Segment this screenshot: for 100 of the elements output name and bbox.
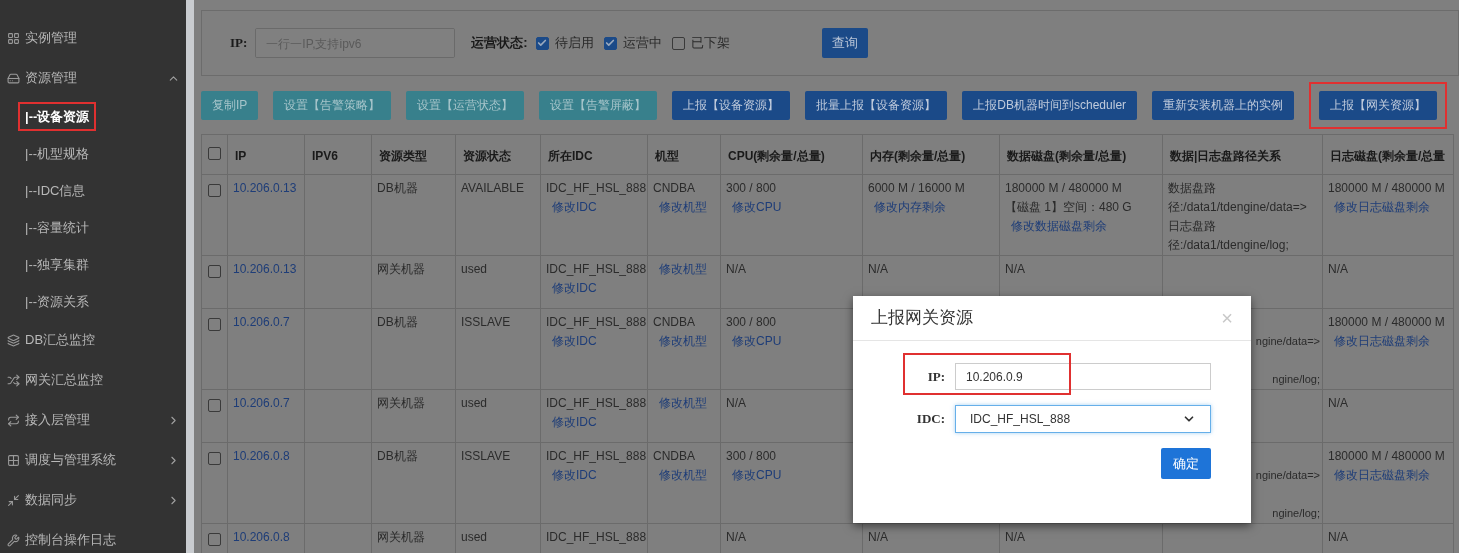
toolbar-button[interactable]: 上报DB机器时间到scheduler [962,90,1138,120]
column-header: 所在IDC [548,148,593,163]
table-link[interactable]: 修改IDC [552,200,597,214]
shuffle-icon [7,373,20,387]
sidebar-subitem[interactable]: |--独享集群 [18,249,97,280]
wrench-icon [7,533,20,547]
idc-label: IDC: [915,410,945,429]
toolbar-button[interactable]: 上报【设备资源】 [672,90,791,120]
table-link[interactable]: 修改日志磁盘剩余 [1334,468,1430,482]
table-cell-text: 网关机器 [377,262,425,276]
checkbox[interactable] [208,399,221,412]
table-cell-text: N/A [726,262,746,276]
toolbar-button[interactable]: 设置【告警策略】 [273,90,392,120]
table-link[interactable]: 修改日志磁盘剩余 [1334,334,1430,348]
query-button[interactable]: 查询 [821,28,868,58]
table-link[interactable]: 修改CPU [732,468,782,482]
sidebar-item[interactable]: 网关汇总监控 [0,360,186,400]
toolbar-button[interactable]: 设置【告警屏蔽】 [539,90,658,120]
table-cell-text: 180000 M / 480000 M [1005,181,1122,195]
table-link[interactable]: 修改数据磁盘剩余 [1011,219,1107,233]
table-link[interactable]: 修改CPU [732,334,782,348]
table-cell-text: 300 / 800 [726,315,777,329]
checkbox[interactable] [208,318,221,331]
check-icon [537,38,548,48]
sidebar-item[interactable]: 控制台操作日志 [0,520,186,553]
checkbox[interactable] [208,265,221,278]
table-cell-text: DB机器 [377,449,418,463]
table-link[interactable]: 修改IDC [552,468,597,482]
table-link[interactable]: 10.206.0.13 [233,181,297,195]
ip-label: IP: [926,367,945,386]
table-cell-text: 网关机器 [377,530,425,544]
table-cell-text: used [461,530,488,544]
table-cell-text: N/A [1005,530,1025,544]
checkbox[interactable] [208,533,221,546]
check-icon [605,38,616,48]
close-button[interactable]: × [1221,308,1233,328]
table-link[interactable]: 修改机型 [659,468,707,482]
confirm-button[interactable]: 确定 [1161,448,1211,479]
toolbar-button[interactable]: 重新安装机器上的实例 [1152,90,1295,120]
table-link[interactable]: 修改IDC [552,281,597,295]
checkbox[interactable] [603,36,617,50]
checkbox[interactable] [208,184,221,197]
toolbar-button[interactable]: 复制IP [201,90,259,120]
idc-select[interactable]: IDC_HF_HSL_888 [955,405,1211,433]
sidebar-subitem[interactable]: |--设备资源 [18,101,97,132]
table-cell-text: IDC_HF_HSL_888 [546,315,647,329]
status-label: 运营状态: [471,34,528,53]
table-link[interactable]: 修改内存剩余 [874,200,946,214]
table-cell-text: CNDBA [653,181,695,195]
table-link[interactable]: 10.206.0.8 [233,449,290,463]
sidebar-item[interactable]: 数据同步 [0,480,186,520]
table-link[interactable]: 10.206.0.7 [233,315,290,329]
checkbox[interactable] [671,36,685,50]
ip-input-field[interactable]: 10.206.0.9 [955,363,1211,390]
sidebar-subitem[interactable]: |--IDC信息 [18,175,93,206]
checkbox[interactable] [535,36,549,50]
table-link[interactable]: 修改CPU [732,200,782,214]
table-cell-text: ISSLAVE [461,315,511,329]
checkbox[interactable] [208,146,221,160]
toolbar-button[interactable]: 设置【运营状态】 [406,90,525,120]
grid-icon [7,31,20,45]
sidebar-item[interactable]: 调度与管理系统 [0,440,186,480]
table-link[interactable]: 10.206.0.7 [233,396,290,410]
table-cell-text: IDC_HF_HSL_888 [546,181,647,195]
status-option-label: 已下架 [690,34,730,53]
table-cell-text: DB机器 [377,181,418,195]
table-cell-text: ngine/data=> [1255,335,1320,347]
sidebar-subitem[interactable]: |--容量统计 [18,212,97,243]
arrows-icon [7,493,20,507]
dialog-title: 上报网关资源 [871,307,973,330]
column-header: 内存(剩余量/总量) [870,148,966,163]
table-cell-text: IDC_HF_HSL_888 [546,530,647,544]
table-link[interactable]: 修改IDC [552,415,597,429]
drive-icon [7,71,20,85]
sidebar-item[interactable]: DB汇总监控 [0,320,186,360]
sidebar-subitem[interactable]: |--机型规格 [18,138,97,169]
table-link[interactable]: 修改IDC [552,334,597,348]
sidebar-subitem[interactable]: |--资源关系 [18,286,97,317]
sidebar-item[interactable]: 资源管理 [0,58,186,98]
table-cell-text: N/A [1328,396,1348,410]
table-link[interactable]: 修改机型 [659,396,707,410]
table-cell-text: 180000 M / 480000 M [1328,449,1445,463]
table-link[interactable]: 修改机型 [659,334,707,348]
sidebar-item[interactable]: 接入层管理 [0,400,186,440]
status-option-label: 待启用 [554,34,594,53]
sidebar-item[interactable]: 实例管理 [0,18,186,58]
column-header: 机型 [655,148,679,163]
table-link[interactable]: 修改机型 [659,200,707,214]
table-link[interactable]: 修改机型 [659,262,707,276]
table-cell-text: ngine/data=> [1255,469,1320,481]
grid-icon [7,453,20,467]
table-cell-text: CNDBA [653,315,695,329]
table-cell-text: ngine/log; [1272,373,1320,385]
table-cell-text: N/A [726,396,746,410]
table-link[interactable]: 修改日志磁盘剩余 [1334,200,1430,214]
table-cell-text: DB机器 [377,315,418,329]
checkbox[interactable] [208,452,221,465]
toolbar-button[interactable]: 批量上报【设备资源】 [805,90,948,120]
toolbar-button[interactable]: 上报【网关资源】 [1319,90,1438,120]
stack-icon [7,333,20,347]
